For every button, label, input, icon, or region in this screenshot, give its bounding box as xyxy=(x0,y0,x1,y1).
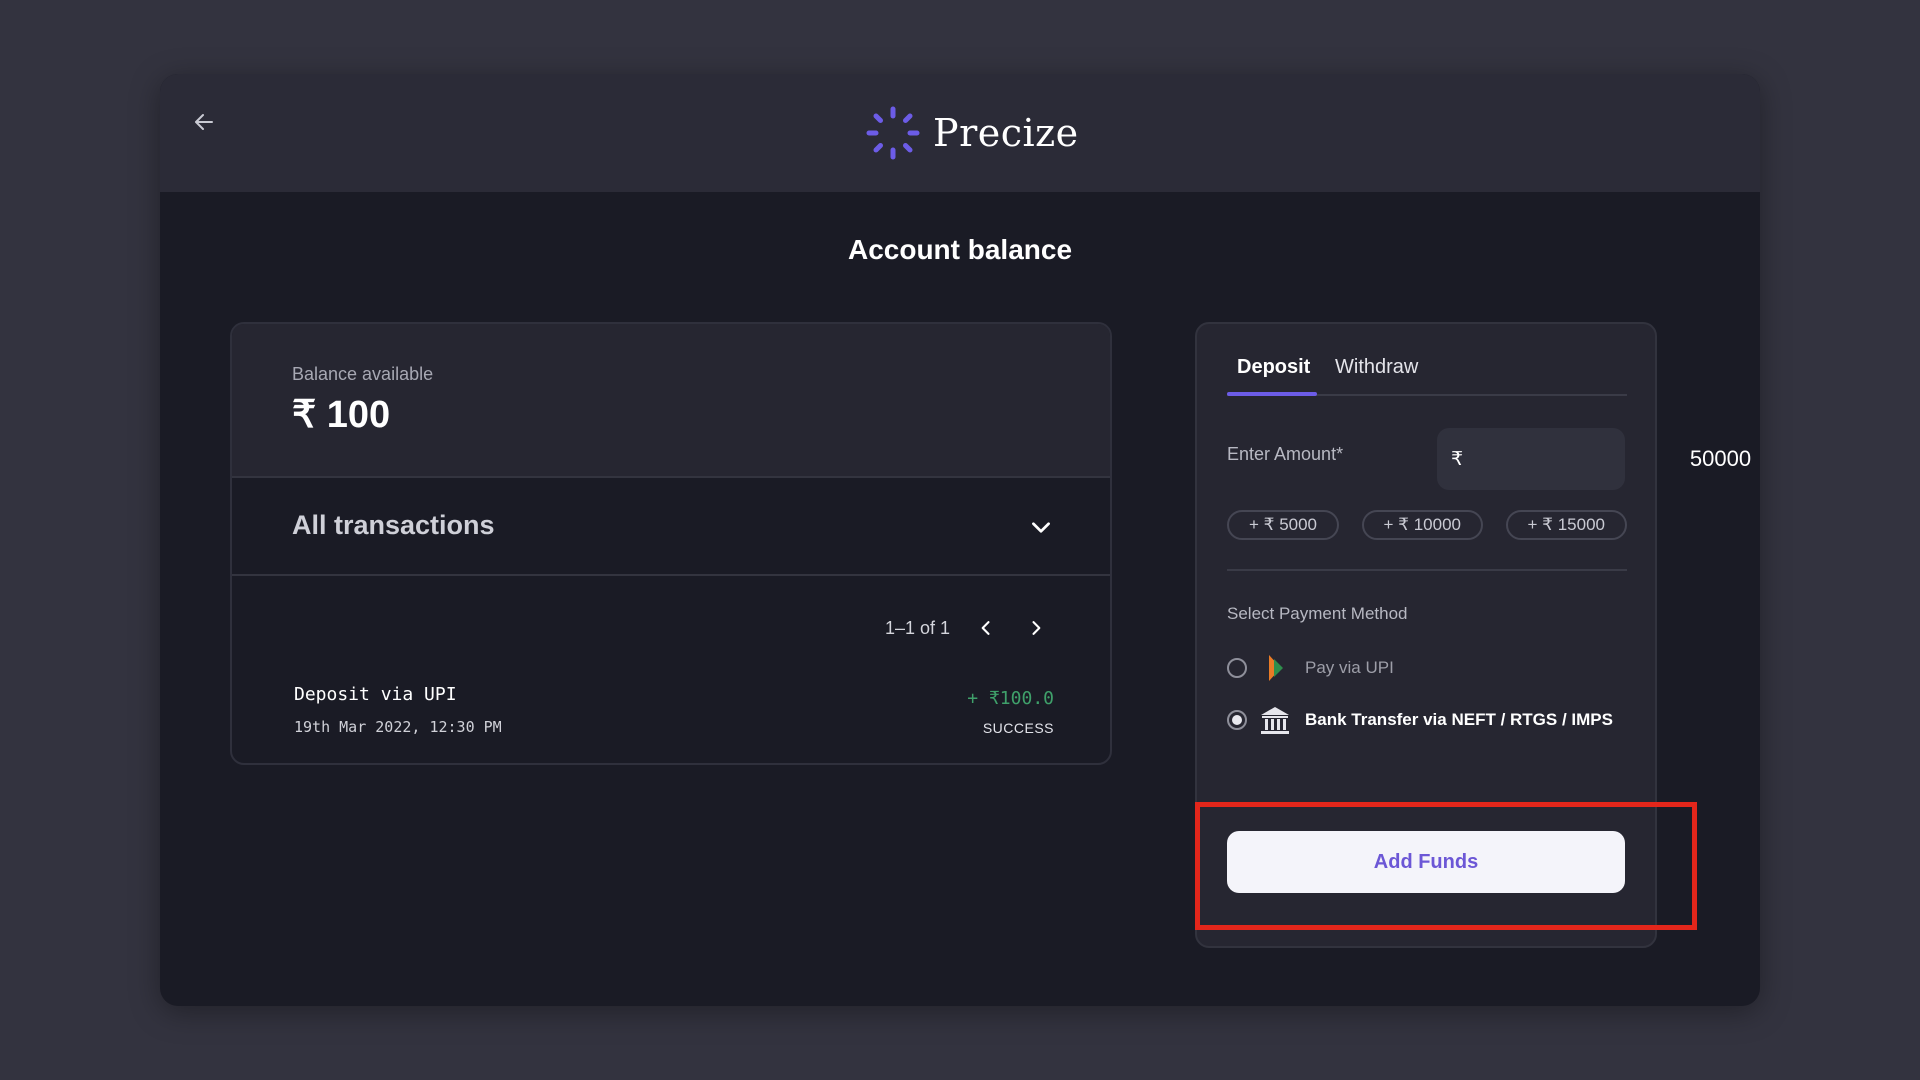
add-funds-button[interactable]: Add Funds xyxy=(1227,831,1625,893)
divider xyxy=(1227,569,1627,571)
balance-card: Balance available ₹ 100 All transactions… xyxy=(230,322,1112,765)
arrow-left-icon xyxy=(195,114,213,130)
transaction-name: Deposit via UPI xyxy=(294,684,457,705)
payment-option-bank[interactable]: Bank Transfer via NEFT / RTGS / IMPS xyxy=(1227,702,1613,738)
transaction-date: 19th Mar 2022, 12:30 PM xyxy=(294,718,502,736)
next-page-button[interactable] xyxy=(1022,614,1050,642)
payment-option-upi-label: Pay via UPI xyxy=(1305,658,1394,677)
radio-upi[interactable] xyxy=(1227,658,1247,678)
bank-icon xyxy=(1259,704,1291,736)
page-title: Account balance xyxy=(847,234,1073,265)
amount-field[interactable]: ₹ xyxy=(1437,428,1752,490)
pagination: 1–1 of 1 xyxy=(885,614,1050,642)
app-window: Precize Account balance Balance availabl… xyxy=(160,74,1760,1006)
balance-label: Balance available xyxy=(292,364,434,384)
back-button[interactable] xyxy=(186,104,222,140)
top-bar: Precize xyxy=(160,74,1760,192)
balance-summary: Balance available ₹ 100 xyxy=(232,324,1110,478)
chevron-right-icon xyxy=(1032,621,1041,635)
brand-name: Precize xyxy=(933,111,1079,155)
brand: Precize xyxy=(865,98,1079,168)
transactions-title: All transactions xyxy=(292,510,495,540)
radio-bank[interactable] xyxy=(1227,710,1247,730)
payment-method-label: Select Payment Method xyxy=(1227,604,1408,623)
quick-amount-5000-button[interactable]: + ₹ 5000 xyxy=(1227,510,1340,540)
balance-value: ₹ 100 xyxy=(292,394,391,436)
amount-label: Enter Amount* xyxy=(1227,444,1344,464)
funds-tabs: Deposit Withdraw xyxy=(1227,346,1627,396)
logo-icon xyxy=(866,106,920,160)
transaction-status: SUCCESS xyxy=(982,720,1054,736)
tab-deposit[interactable]: Deposit xyxy=(1237,356,1310,379)
pagination-label: 1–1 of 1 xyxy=(884,617,950,638)
amount-input[interactable] xyxy=(1463,446,1752,472)
quick-amounts: + ₹ 5000 + ₹ 10000 + ₹ 15000 xyxy=(1227,510,1627,540)
transaction-row[interactable]: Deposit via UPI 19th Mar 2022, 12:30 PM … xyxy=(294,684,1054,754)
payment-option-upi[interactable]: Pay via UPI xyxy=(1227,650,1394,686)
payment-option-bank-label: Bank Transfer via NEFT / RTGS / IMPS xyxy=(1305,710,1613,729)
upi-icon xyxy=(1259,652,1291,684)
active-tab-indicator xyxy=(1227,392,1317,396)
radio-selected-dot xyxy=(1232,715,1242,725)
quick-amount-15000-button[interactable]: + ₹ 15000 xyxy=(1505,510,1627,540)
chevron-down-icon xyxy=(1032,522,1050,533)
transactions-dropdown[interactable]: All transactions xyxy=(232,478,1110,576)
currency-symbol: ₹ xyxy=(1451,448,1464,470)
quick-amount-10000-button[interactable]: + ₹ 10000 xyxy=(1361,510,1483,540)
transaction-amount: + ₹100.0 xyxy=(967,688,1054,709)
tab-withdraw[interactable]: Withdraw xyxy=(1335,356,1418,379)
previous-page-button[interactable] xyxy=(972,614,1000,642)
chevron-left-icon xyxy=(981,621,990,635)
